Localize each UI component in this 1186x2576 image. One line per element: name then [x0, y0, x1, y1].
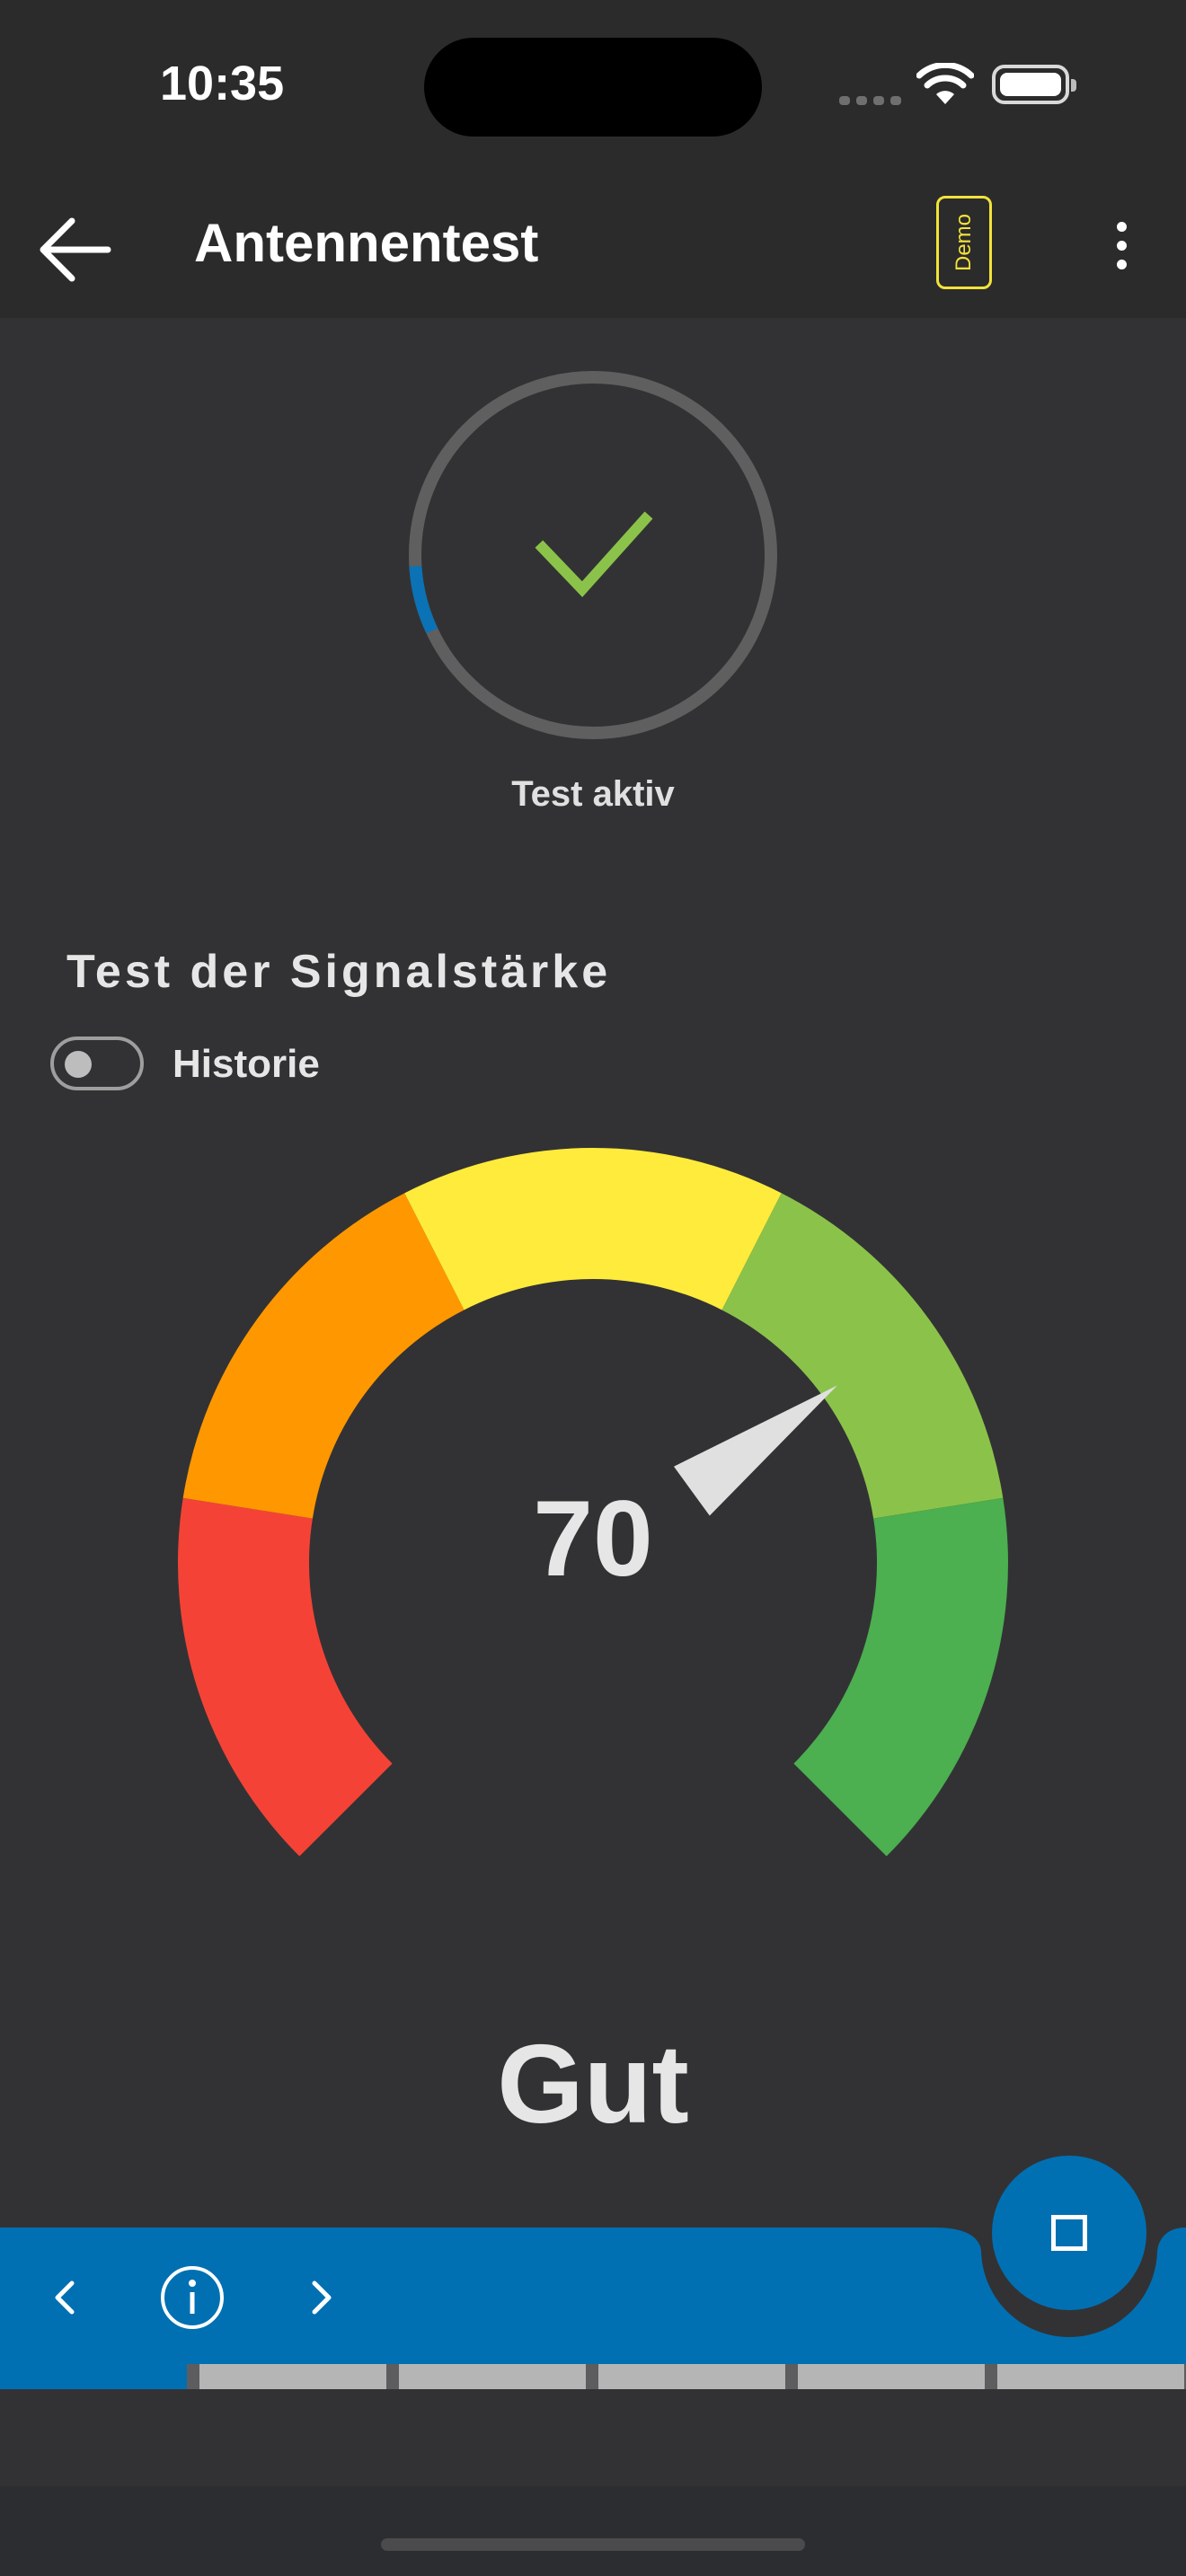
status-bar: 10:35 — [0, 0, 1186, 171]
page-title: Antennentest — [194, 213, 539, 273]
page-tab[interactable] — [997, 2364, 1184, 2389]
home-area — [0, 2486, 1186, 2576]
stop-icon — [1051, 2215, 1087, 2251]
page-indicator-strip — [187, 2364, 1186, 2389]
dynamic-island — [424, 38, 762, 137]
app-bar: Antennentest Demo — [0, 171, 1186, 318]
stop-button[interactable] — [992, 2156, 1146, 2310]
cellular-signal-icon — [839, 93, 907, 110]
battery-icon — [992, 65, 1076, 104]
history-toggle-label: Historie — [173, 1042, 320, 1086]
section-title: Test der Signalstärke — [66, 946, 612, 998]
info-icon[interactable] — [156, 2262, 228, 2333]
demo-badge: Demo — [936, 196, 992, 289]
more-options-icon[interactable] — [1098, 214, 1145, 278]
toggle-knob — [65, 1051, 92, 1078]
home-indicator — [381, 2538, 805, 2551]
gauge-segment-light-green — [721, 1193, 1004, 1519]
chevron-left-icon[interactable] — [36, 2262, 93, 2333]
checkmark-icon — [535, 511, 653, 597]
gauge-segment-green — [793, 1497, 1008, 1857]
signal-gauge: 70 — [178, 1148, 1008, 1857]
page-tab[interactable] — [798, 2364, 985, 2389]
gauge-needle — [673, 1385, 837, 1516]
gauge-segment-orange — [182, 1193, 465, 1519]
status-time: 10:35 — [160, 57, 285, 110]
back-arrow-icon[interactable] — [32, 207, 119, 293]
page-tab[interactable] — [399, 2364, 586, 2389]
page-tab[interactable] — [199, 2364, 386, 2389]
gauge-segment-red — [178, 1497, 393, 1857]
signal-rating: Gut — [497, 2023, 689, 2147]
wifi-icon — [916, 63, 974, 104]
chevron-right-icon[interactable] — [293, 2262, 350, 2333]
demo-badge-label: Demo — [951, 213, 976, 272]
test-progress-arc — [409, 565, 438, 634]
test-status-label: Test aktiv — [511, 774, 675, 814]
history-toggle[interactable] — [50, 1037, 144, 1090]
page-tab[interactable] — [598, 2364, 785, 2389]
gauge-segment-yellow — [404, 1148, 782, 1310]
test-status-indicator — [409, 371, 777, 739]
gauge-value: 70 — [533, 1478, 652, 1599]
footer-area — [0, 2393, 1186, 2486]
